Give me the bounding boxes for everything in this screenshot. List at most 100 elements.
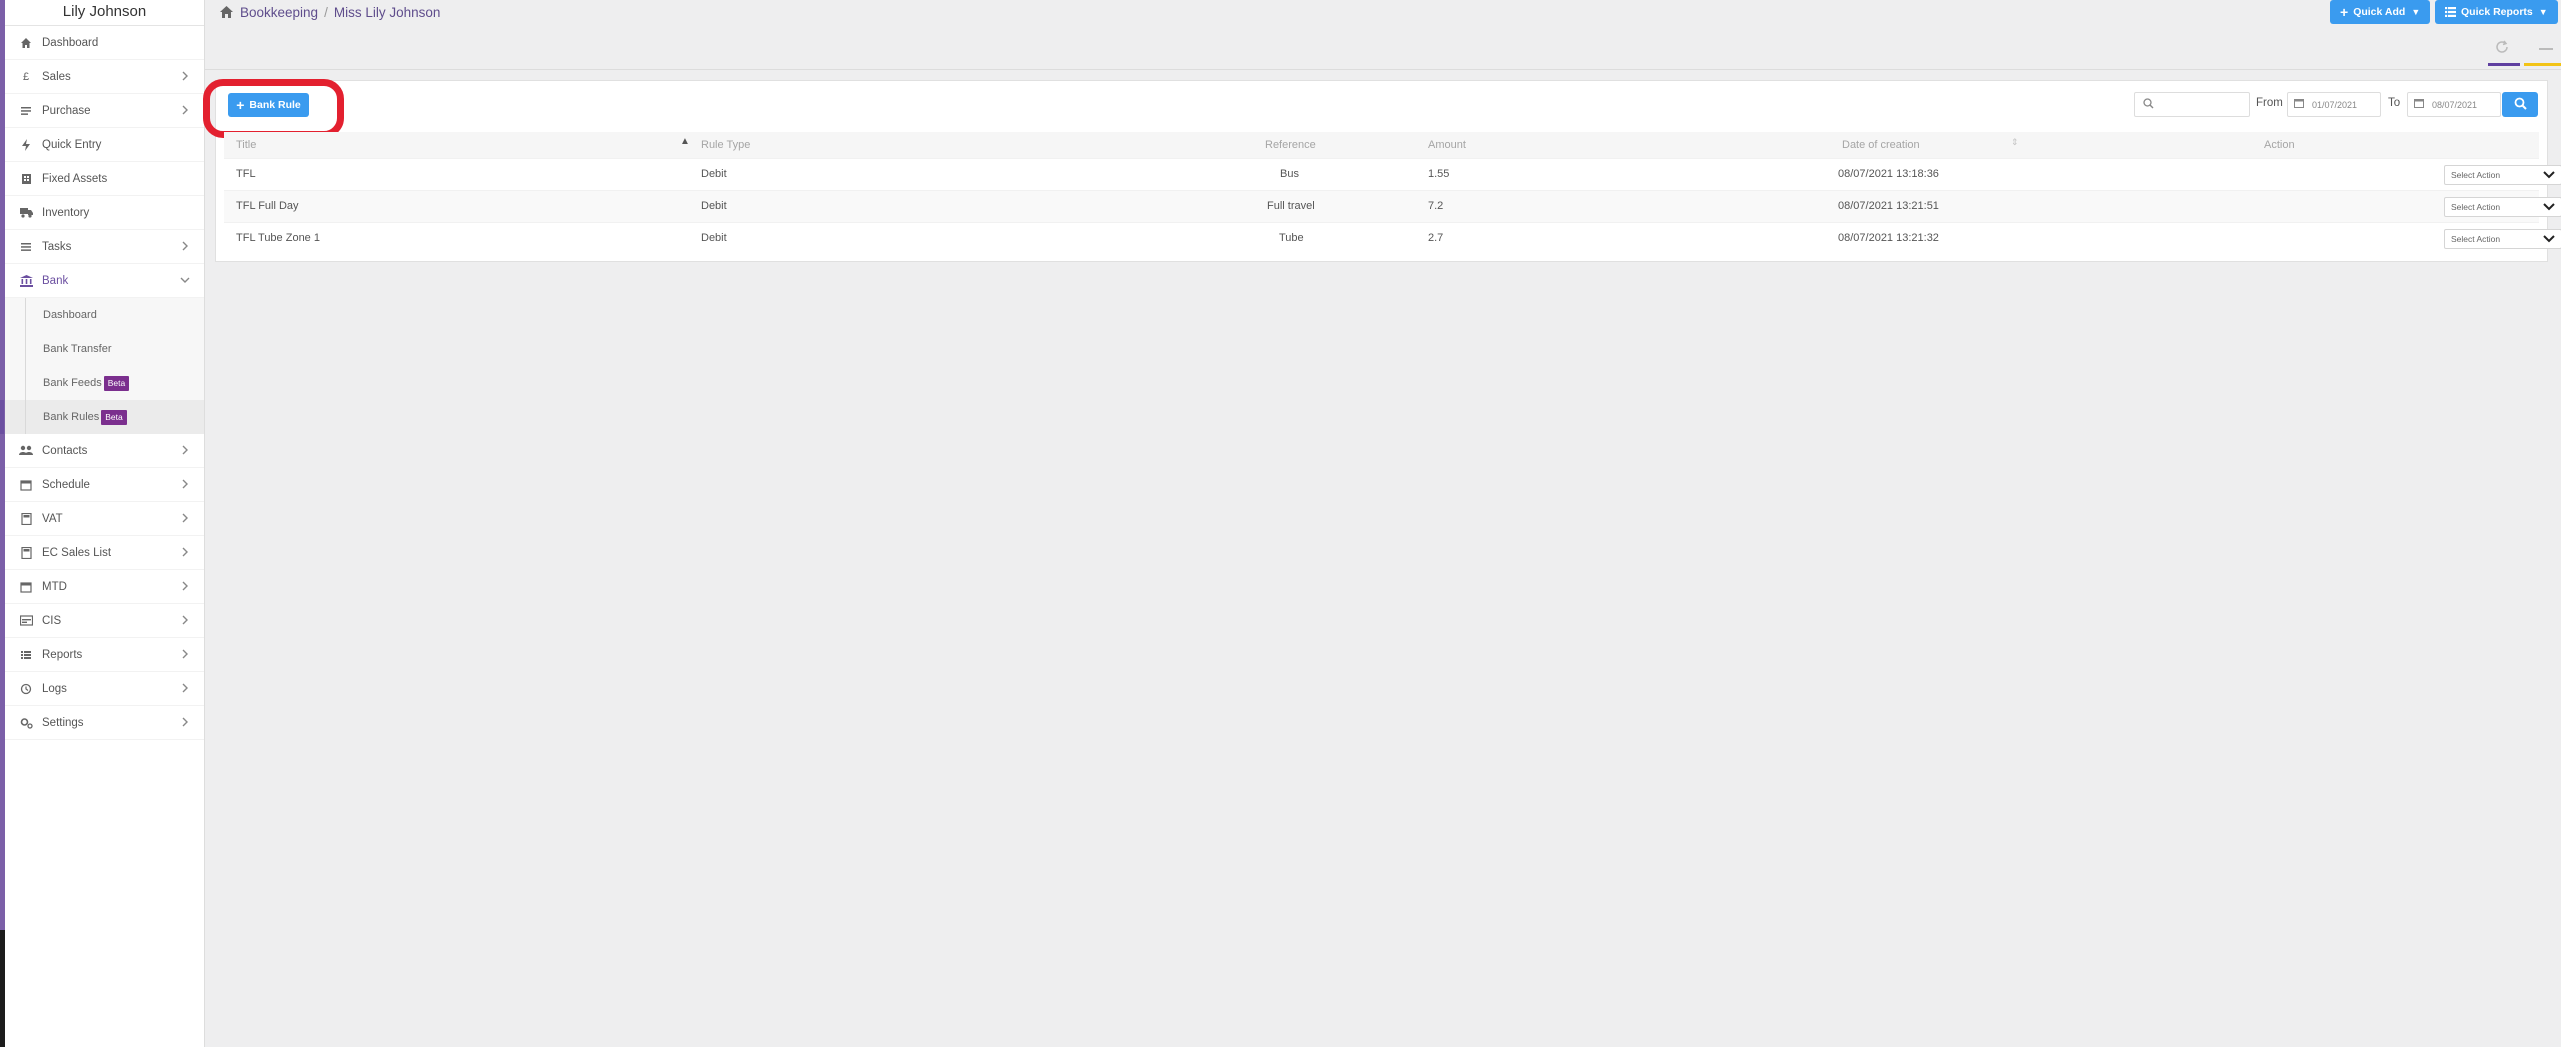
column-header-title[interactable]: Title	[236, 139, 256, 151]
quick-add-button[interactable]: + Quick Add ▼	[2330, 0, 2431, 24]
row-action-select[interactable]: Select Action	[2444, 229, 2561, 249]
sidebar-item-ec-sales-list[interactable]: EC Sales List	[5, 536, 204, 570]
home-icon	[19, 36, 33, 50]
beta-badge: Beta	[103, 375, 130, 391]
sidebar-item-cis[interactable]: CIS	[5, 604, 204, 638]
sort-icon[interactable]: ⇕	[2011, 137, 2019, 148]
column-header-date-of-creation[interactable]: Date of creation	[1842, 139, 1920, 151]
column-header-rule-type[interactable]: Rule Type	[701, 139, 750, 151]
cell-title: TFL	[236, 168, 256, 180]
highlight-annotation	[203, 79, 344, 138]
calendar-icon	[19, 478, 33, 492]
calendar-icon	[2414, 98, 2424, 111]
chevron-down-icon	[2543, 170, 2555, 180]
table-row: TFL Debit Bus 1.55 08/07/2021 13:18:36 S…	[224, 158, 2561, 190]
card-icon	[19, 614, 33, 628]
sidebar-item-inventory[interactable]: Inventory	[5, 196, 204, 230]
search-icon	[2143, 98, 2154, 112]
topbar: Bookkeeping / Miss Lily Johnson	[205, 0, 2561, 24]
chevron-right-icon	[180, 445, 192, 457]
select-action-value: Select Action	[2451, 170, 2501, 180]
sidebar-subitem-bank-feeds[interactable]: Bank Feeds Beta	[5, 366, 204, 400]
column-header-action: Action	[2264, 139, 2295, 151]
chevron-down-icon: ▼	[2411, 7, 2421, 17]
sidebar-item-purchase[interactable]: Purchase	[5, 94, 204, 128]
from-date-value: 01/07/2021	[2312, 99, 2358, 110]
calendar-icon	[19, 580, 33, 594]
plus-icon: +	[2340, 4, 2349, 20]
cell-amount: 1.55	[1428, 168, 1450, 180]
search-button[interactable]	[2502, 92, 2538, 117]
row-action-select[interactable]: Select Action	[2444, 165, 2561, 185]
history-icon	[19, 682, 33, 696]
cell-rule-type: Debit	[701, 200, 727, 212]
from-label: From	[2256, 97, 2283, 109]
chevron-down-icon	[2543, 234, 2555, 244]
sidebar-item-schedule[interactable]: Schedule	[5, 468, 204, 502]
select-action-value: Select Action	[2451, 234, 2501, 244]
sidebar-subitem-bank-rules[interactable]: Bank Rules Beta	[0, 400, 204, 434]
sidebar-item-fixed-assets[interactable]: Fixed Assets	[5, 162, 204, 196]
sidebar-subitem-bank-dashboard[interactable]: Dashboard	[5, 298, 204, 332]
sidebar-item-label: Tasks	[42, 240, 72, 253]
quick-reports-button[interactable]: Quick Reports ▼	[2435, 0, 2558, 24]
sidebar-item-label: Fixed Assets	[42, 172, 108, 185]
row-action-select[interactable]: Select Action	[2444, 197, 2561, 217]
sidebar-item-tasks[interactable]: Tasks	[5, 230, 204, 264]
sidebar-subitem-bank-transfer[interactable]: Bank Transfer	[5, 332, 204, 366]
sidebar: Lily Johnson Dashboard £ Sales Purchase …	[0, 0, 205, 1047]
sidebar-item-quick-entry[interactable]: Quick Entry	[5, 128, 204, 162]
select-action-value: Select Action	[2451, 202, 2501, 212]
quick-reports-label: Quick Reports	[2461, 6, 2533, 18]
collapse-icon[interactable]	[2539, 38, 2553, 54]
from-date-field[interactable]: 01/07/2021	[2287, 92, 2381, 117]
cell-amount: 7.2	[1428, 200, 1444, 212]
sidebar-item-label: Settings	[42, 716, 84, 729]
home-icon[interactable]	[219, 5, 234, 20]
sidebar-item-mtd[interactable]: MTD	[5, 570, 204, 604]
breadcrumb-root-link[interactable]: Bookkeeping	[240, 5, 318, 20]
sidebar-item-logs[interactable]: Logs	[5, 672, 204, 706]
sidebar-item-settings[interactable]: Settings	[5, 706, 204, 740]
chevron-right-icon	[180, 105, 192, 117]
chevron-right-icon	[180, 683, 192, 695]
chevron-right-icon	[180, 615, 192, 627]
column-header-reference[interactable]: Reference	[1265, 139, 1316, 151]
sidebar-item-bank[interactable]: Bank	[5, 264, 204, 298]
bank-icon	[19, 274, 33, 288]
calendar-icon	[2294, 98, 2304, 111]
users-icon	[19, 444, 33, 458]
calculator-icon	[19, 546, 33, 560]
sidebar-item-reports[interactable]: Reports	[5, 638, 204, 672]
sidebar-item-contacts[interactable]: Contacts	[5, 434, 204, 468]
breadcrumb-current[interactable]: Miss Lily Johnson	[334, 5, 441, 20]
sidebar-user-name: Lily Johnson	[5, 0, 204, 26]
chevron-right-icon	[180, 71, 192, 83]
sidebar-subitem-label: Bank Transfer	[43, 343, 112, 355]
chevron-down-icon: ▼	[2538, 7, 2548, 17]
list-icon	[2445, 4, 2456, 20]
column-header-amount[interactable]: Amount	[1428, 139, 1466, 151]
sidebar-item-label: Sales	[42, 70, 71, 83]
sidebar-item-sales[interactable]: £ Sales	[5, 60, 204, 94]
cell-date: 08/07/2021 13:21:32	[1838, 232, 1939, 244]
cell-reference: Bus	[1280, 168, 1299, 180]
sidebar-item-label: MTD	[42, 580, 67, 593]
table-row: TFL Full Day Debit Full travel 7.2 08/07…	[224, 190, 2561, 222]
to-date-field[interactable]: 08/07/2021	[2407, 92, 2501, 117]
sidebar-subitem-label: Bank Feeds	[43, 377, 102, 389]
sidebar-item-vat[interactable]: VAT	[5, 502, 204, 536]
search-input[interactable]	[2134, 92, 2250, 117]
sidebar-item-dashboard[interactable]: Dashboard	[5, 26, 204, 60]
chevron-right-icon	[180, 581, 192, 593]
sidebar-item-label: Inventory	[42, 206, 90, 219]
search-icon	[2514, 97, 2527, 113]
table-header: Title ▲ Rule Type Reference Amount Date …	[224, 132, 2539, 158]
to-date-value: 08/07/2021	[2432, 99, 2478, 110]
sidebar-item-label: Quick Entry	[42, 138, 102, 151]
sidebar-item-label: Bank	[42, 274, 69, 287]
refresh-icon[interactable]	[2495, 40, 2509, 57]
sidebar-item-label: Reports	[42, 648, 83, 661]
sidebar-item-label: Schedule	[42, 478, 90, 491]
sort-asc-icon[interactable]: ▲	[680, 136, 690, 147]
